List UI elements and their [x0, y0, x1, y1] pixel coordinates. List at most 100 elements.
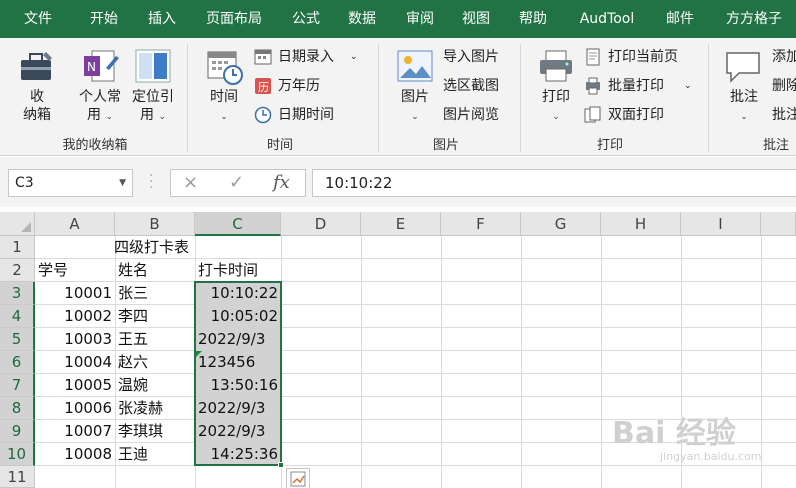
row-header-9[interactable]: 9	[0, 420, 35, 443]
row-header-5[interactable]: 5	[0, 328, 35, 351]
tab-fangfang[interactable]: 方方格子	[712, 0, 796, 38]
column-header-j[interactable]	[761, 212, 796, 236]
cell-c8[interactable]: 2022/9/3	[195, 397, 281, 420]
tab-review[interactable]: 审阅	[392, 0, 448, 38]
locate-reference-label-2: 用 ⌄	[126, 106, 180, 126]
insert-function-icon[interactable]: fx	[273, 172, 290, 193]
error-indicator-icon[interactable]	[196, 351, 202, 357]
picture-caret: ⌄	[390, 106, 440, 126]
print-current-page-button[interactable]: 打印当前页	[584, 45, 699, 69]
cell-b8[interactable]: 张凌赫	[115, 397, 195, 420]
header-cell-time[interactable]: 打卡时间	[195, 259, 281, 282]
selection-screenshot-button[interactable]: 选区截图	[443, 74, 513, 98]
import-picture-button[interactable]: 导入图片	[443, 45, 513, 69]
drag-handle-icon[interactable]: · · ·	[149, 169, 153, 195]
annotation-more-button[interactable]: 批注	[772, 103, 796, 127]
time-button[interactable]: 时间 ⌄	[200, 46, 248, 130]
column-header-g[interactable]: G	[521, 212, 601, 236]
cell-a9[interactable]: 10007	[35, 420, 115, 443]
row-header-10[interactable]: 10	[0, 443, 35, 466]
picture-button[interactable]: 图片 ⌄	[390, 46, 440, 130]
annotation-button[interactable]: 批注 ⌄	[720, 46, 768, 130]
duplex-print-button[interactable]: 双面打印	[584, 103, 699, 127]
cell-b6[interactable]: 赵六	[115, 351, 195, 374]
column-header-b[interactable]: B	[115, 212, 195, 236]
cell-a4[interactable]: 10002	[35, 305, 115, 328]
header-cell-id[interactable]: 学号	[35, 259, 115, 282]
row-header-11[interactable]: 11	[0, 466, 35, 488]
locate-reference-label-1: 定位引	[132, 89, 174, 105]
tab-help[interactable]: 帮助	[505, 0, 561, 38]
cell-c9[interactable]: 2022/9/3	[195, 420, 281, 443]
quick-analysis-button[interactable]	[286, 468, 310, 488]
batch-print-button[interactable]: 批量打印 ⌄	[584, 74, 699, 98]
row-header-1[interactable]: 1	[0, 236, 35, 259]
cell-c4[interactable]: 10:05:02	[195, 305, 281, 328]
column-header-e[interactable]: E	[361, 212, 441, 236]
row-header-4[interactable]: 4	[0, 305, 35, 328]
cell-c6[interactable]: 123456	[195, 351, 281, 374]
cell-b5[interactable]: 王五	[115, 328, 195, 351]
date-time-button[interactable]: 日期时间	[254, 103, 364, 127]
fill-handle[interactable]	[278, 462, 284, 468]
storage-box-button[interactable]: 收 纳箱	[12, 46, 62, 130]
row-header-8[interactable]: 8	[0, 397, 35, 420]
cell-c7[interactable]: 13:50:16	[195, 374, 281, 397]
cancel-icon[interactable]: ×	[183, 172, 198, 193]
formula-input[interactable]: 10:10:22	[312, 169, 796, 197]
cell-c3[interactable]: 10:10:22	[195, 282, 281, 305]
tab-home[interactable]: 开始	[76, 0, 132, 38]
tab-data[interactable]: 数据	[334, 0, 390, 38]
tab-mail[interactable]: 邮件	[652, 0, 708, 38]
row-header-7[interactable]: 7	[0, 374, 35, 397]
name-box[interactable]: C3 ▼	[8, 169, 133, 197]
print-button[interactable]: 打印 ⌄	[532, 46, 580, 130]
cell-a8[interactable]: 10006	[35, 397, 115, 420]
column-header-f[interactable]: F	[441, 212, 521, 236]
tab-insert[interactable]: 插入	[134, 0, 190, 38]
column-header-i[interactable]: I	[681, 212, 761, 236]
row-header-6[interactable]: 6	[0, 351, 35, 374]
header-cell-name[interactable]: 姓名	[115, 259, 195, 282]
cell-b9[interactable]: 李琪琪	[115, 420, 195, 443]
add-annotation-button[interactable]: 添加	[772, 45, 796, 69]
sheet-title-cell[interactable]: 四级打卡表	[111, 236, 201, 259]
tab-page-layout[interactable]: 页面布局	[196, 0, 272, 38]
column-header-a[interactable]: A	[35, 212, 115, 236]
chevron-down-icon[interactable]: ▼	[119, 170, 126, 196]
tab-formulas[interactable]: 公式	[278, 0, 334, 38]
cell-b10[interactable]: 王迪	[115, 443, 195, 466]
tab-file[interactable]: 文件	[10, 0, 66, 38]
cell-a5[interactable]: 10003	[35, 328, 115, 351]
confirm-icon[interactable]: ✓	[229, 172, 244, 193]
cell-c5[interactable]: 2022/9/3	[195, 328, 281, 351]
chevron-down-icon: ⌄	[220, 112, 228, 122]
delete-annotation-button[interactable]: 删除	[772, 74, 796, 98]
date-entry-label: 日期录入	[278, 49, 334, 65]
locate-reference-text: 用	[140, 107, 154, 123]
column-header-c[interactable]: C	[195, 212, 281, 236]
date-entry-button[interactable]: 日期录入 ⌄	[254, 45, 364, 69]
cell-a7[interactable]: 10005	[35, 374, 115, 397]
cell-b3[interactable]: 张三	[115, 282, 195, 305]
cell-b4[interactable]: 李四	[115, 305, 195, 328]
tab-view[interactable]: 视图	[448, 0, 504, 38]
group-separator	[378, 44, 379, 152]
tab-audtool[interactable]: AudTool	[566, 0, 648, 38]
cell-c10[interactable]: 14:25:36	[195, 443, 281, 466]
personal-common-button[interactable]: N 个人常 用 ⌄	[74, 46, 126, 130]
duplex-print-label: 双面打印	[608, 107, 664, 123]
select-all-corner[interactable]	[0, 212, 35, 236]
cell-a6[interactable]: 10004	[35, 351, 115, 374]
cell-a3[interactable]: 10001	[35, 282, 115, 305]
cell-a10[interactable]: 10008	[35, 443, 115, 466]
row-header-2[interactable]: 2	[0, 259, 35, 282]
picture-viewer-button[interactable]: 图片阅览	[443, 103, 513, 127]
import-picture-label: 导入图片	[443, 49, 499, 65]
column-header-d[interactable]: D	[281, 212, 361, 236]
row-header-3[interactable]: 3	[0, 282, 35, 305]
locate-reference-button[interactable]: 定位引 用 ⌄	[126, 46, 180, 130]
perpetual-calendar-button[interactable]: 历 万年历	[254, 74, 364, 98]
column-header-h[interactable]: H	[601, 212, 681, 236]
cell-b7[interactable]: 温婉	[115, 374, 195, 397]
